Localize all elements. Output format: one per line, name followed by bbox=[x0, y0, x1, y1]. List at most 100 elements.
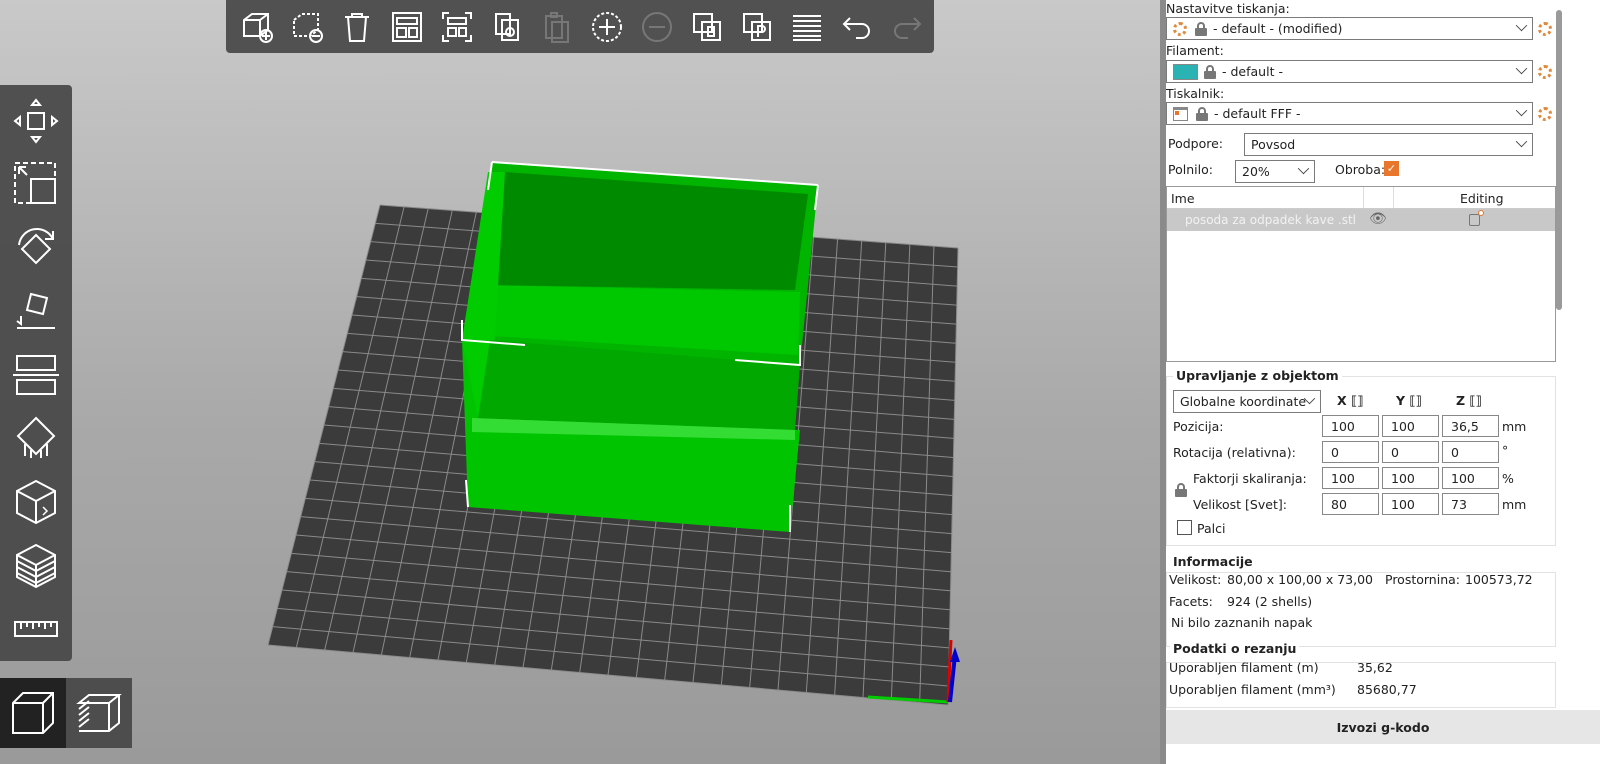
left-toolbar bbox=[0, 85, 72, 661]
info-volume-value: 100573,72 bbox=[1465, 572, 1533, 587]
rotate-tool[interactable] bbox=[6, 216, 66, 280]
brim-checkbox[interactable]: ✓ bbox=[1384, 161, 1399, 176]
print-settings-value: - default - (modified) bbox=[1213, 21, 1343, 36]
filament-gear-icon[interactable] bbox=[1538, 65, 1552, 79]
lock-icon bbox=[1195, 21, 1207, 36]
position-unit: mm bbox=[1502, 419, 1527, 434]
size-z-input[interactable]: 73 bbox=[1442, 493, 1499, 515]
chevron-down-icon bbox=[1515, 135, 1528, 148]
measure-tool[interactable] bbox=[6, 598, 66, 662]
preview-button[interactable] bbox=[66, 678, 132, 748]
inches-label: Palci bbox=[1197, 521, 1226, 536]
printer-combo[interactable]: - default FFF - bbox=[1166, 102, 1533, 125]
seam-tool[interactable] bbox=[6, 470, 66, 534]
place-on-face-tool[interactable] bbox=[6, 280, 66, 344]
3d-viewport[interactable] bbox=[0, 0, 1160, 764]
filament-mm3-label: Uporabljen filament (mm³) bbox=[1169, 682, 1336, 697]
supports-tool[interactable] bbox=[6, 407, 66, 471]
size-unit: mm bbox=[1502, 497, 1527, 512]
cut-tool[interactable] bbox=[6, 343, 66, 407]
redo-button[interactable] bbox=[884, 4, 930, 50]
rotation-z-input[interactable]: 0 bbox=[1442, 441, 1499, 463]
manipulation-title: Upravljanje z objektom bbox=[1173, 368, 1342, 383]
size-y-input[interactable]: 100 bbox=[1382, 493, 1439, 515]
object-list-row[interactable]: posoda za odpadek kave .stl 👁 bbox=[1167, 209, 1555, 231]
supports-value: Povsod bbox=[1251, 137, 1296, 152]
minus-circle-icon bbox=[642, 11, 672, 42]
rotate-icon bbox=[18, 227, 54, 265]
infill-label: Polnilo: bbox=[1168, 162, 1213, 177]
delete-button[interactable] bbox=[284, 4, 330, 50]
position-x-input[interactable]: 100 bbox=[1322, 415, 1379, 437]
place-on-face-icon bbox=[16, 293, 55, 330]
add-instance-button[interactable] bbox=[584, 4, 630, 50]
ruler-icon bbox=[14, 621, 58, 638]
split-parts-button[interactable] bbox=[734, 4, 780, 50]
print-settings-icon bbox=[1173, 21, 1187, 36]
coord-system-combo[interactable]: Globalne koordinate bbox=[1173, 390, 1321, 413]
object-list-header: Ime Editing bbox=[1167, 187, 1555, 209]
position-label: Pozicija: bbox=[1173, 419, 1224, 434]
print-settings-combo[interactable]: - default - (modified) bbox=[1166, 17, 1533, 40]
printer-value: - default FFF - bbox=[1214, 106, 1301, 121]
add-button[interactable] bbox=[234, 4, 280, 50]
layers-icon bbox=[793, 14, 821, 41]
inches-checkbox[interactable] bbox=[1177, 520, 1192, 535]
scale-icon bbox=[14, 162, 56, 205]
scale-x-input[interactable]: 100 bbox=[1322, 467, 1379, 489]
lock-icon bbox=[1196, 106, 1208, 121]
infill-combo[interactable]: 20% bbox=[1235, 160, 1315, 183]
cut-icon bbox=[13, 355, 59, 396]
printer-label: Tiskalnik: bbox=[1166, 86, 1225, 101]
split-parts-icon bbox=[743, 12, 771, 41]
filament-mm3-value: 85680,77 bbox=[1357, 682, 1417, 697]
printer-gear-icon[interactable] bbox=[1538, 107, 1552, 121]
filament-value: - default - bbox=[1222, 64, 1283, 79]
layers-editing-button[interactable] bbox=[784, 4, 830, 50]
column-name[interactable]: Ime bbox=[1171, 191, 1195, 206]
scale-y-input[interactable]: 100 bbox=[1382, 467, 1439, 489]
filament-combo[interactable]: - default - bbox=[1166, 60, 1533, 83]
paste-icon bbox=[545, 11, 569, 43]
3d-scene[interactable] bbox=[0, 0, 1160, 764]
arrange-selection-button[interactable] bbox=[434, 4, 480, 50]
print-settings-gear-icon[interactable] bbox=[1538, 22, 1552, 36]
slice-info-title: Podatki o rezanju bbox=[1170, 641, 1300, 656]
variable-layer-tool[interactable] bbox=[6, 534, 66, 598]
export-gcode-button[interactable]: Izvozi g-kodo bbox=[1166, 710, 1600, 744]
3d-view-button[interactable] bbox=[0, 678, 66, 748]
move-tool[interactable] bbox=[6, 89, 66, 153]
lock-icon bbox=[1204, 64, 1216, 79]
rotation-x-input[interactable]: 0 bbox=[1322, 441, 1379, 463]
model-object[interactable] bbox=[461, 161, 819, 532]
sidebar-scrollbar[interactable] bbox=[1556, 10, 1562, 310]
scale-z-input[interactable]: 100 bbox=[1442, 467, 1499, 489]
arrange-button[interactable] bbox=[384, 4, 430, 50]
filament-label: Filament: bbox=[1166, 43, 1224, 58]
copy-button[interactable] bbox=[484, 4, 530, 50]
cube-icon bbox=[12, 692, 54, 734]
size-x-input[interactable]: 80 bbox=[1322, 493, 1379, 515]
size-label: Velikost [Svet]: bbox=[1193, 497, 1287, 512]
paste-button[interactable] bbox=[534, 4, 580, 50]
chevron-down-icon bbox=[1515, 62, 1528, 75]
scale-lock-icon[interactable] bbox=[1175, 483, 1187, 497]
position-y-input[interactable]: 100 bbox=[1382, 415, 1439, 437]
delete-all-button[interactable] bbox=[334, 4, 380, 50]
info-facets-value: 924 (2 shells) bbox=[1227, 594, 1313, 609]
undo-button[interactable] bbox=[834, 4, 880, 50]
supports-combo[interactable]: Povsod bbox=[1244, 133, 1533, 156]
remove-instance-button[interactable] bbox=[634, 4, 680, 50]
eye-icon[interactable]: 👁 bbox=[1369, 211, 1387, 227]
column-editing[interactable]: Editing bbox=[1460, 191, 1504, 206]
editing-icon[interactable] bbox=[1469, 210, 1484, 226]
position-z-input[interactable]: 36,5 bbox=[1442, 415, 1499, 437]
redo-icon bbox=[894, 16, 922, 39]
chevron-down-icon bbox=[1515, 104, 1528, 117]
rotation-y-input[interactable]: 0 bbox=[1382, 441, 1439, 463]
scale-tool[interactable] bbox=[6, 153, 66, 217]
split-objects-button[interactable] bbox=[684, 4, 730, 50]
layered-cube-icon bbox=[16, 543, 56, 588]
info-size-value: 80,00 x 100,00 x 73,00 bbox=[1227, 572, 1373, 587]
seam-cube-icon bbox=[16, 480, 56, 525]
